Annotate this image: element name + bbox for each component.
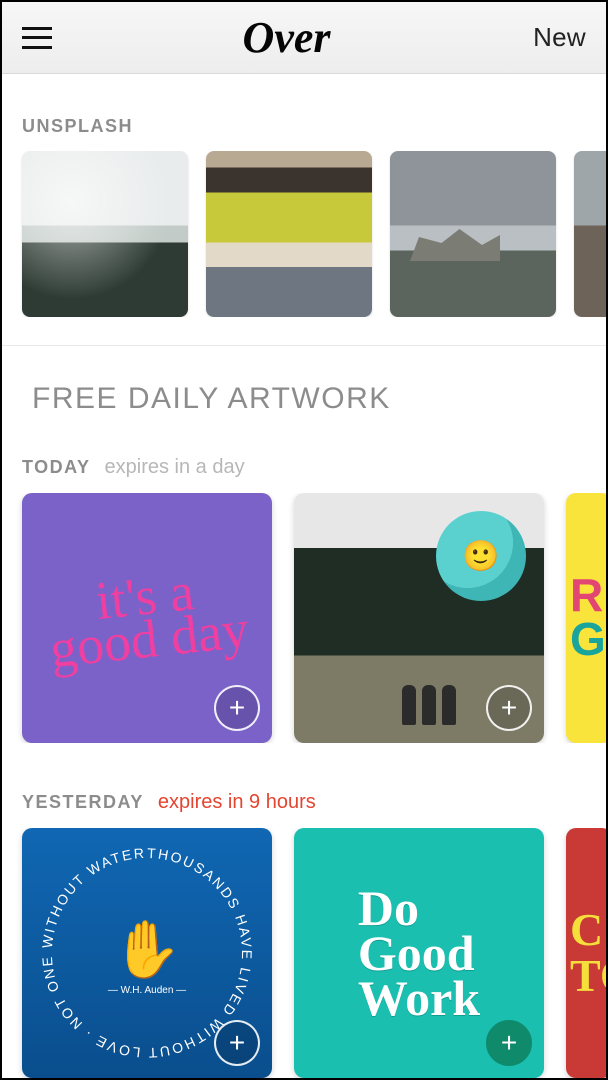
artwork-card-its-a-good-day[interactable]: it's agood day + [22, 493, 272, 743]
unsplash-thumb[interactable] [574, 151, 606, 317]
add-icon[interactable]: + [214, 685, 260, 731]
menu-icon[interactable] [22, 27, 52, 49]
artwork-card-without-water[interactable]: THOUSANDS HAVE LIVED WITHOUT LOVE · NOT … [22, 828, 272, 1078]
unsplash-thumb[interactable] [390, 151, 556, 317]
people-silhouette [402, 685, 456, 725]
app-logo: Over [243, 12, 331, 63]
artwork-card-partial[interactable]: RG [566, 493, 606, 743]
today-cards[interactable]: it's agood day + 🙂 + RG [2, 493, 606, 743]
unsplash-thumb[interactable] [206, 151, 372, 317]
artwork-text: CTO [566, 828, 606, 1078]
row-header-today: TODAY expires in a day [22, 456, 606, 479]
unsplash-strip[interactable] [2, 151, 606, 317]
expiry-label: expires in 9 hours [158, 791, 316, 814]
yesterday-cards[interactable]: THOUSANDS HAVE LIVED WITHOUT LOVE · NOT … [2, 828, 606, 1078]
globe-sticker-icon: 🙂 [436, 511, 526, 601]
add-icon[interactable]: + [214, 1020, 260, 1066]
add-icon[interactable]: + [486, 1020, 532, 1066]
unsplash-thumb[interactable] [22, 151, 188, 317]
top-bar: Over New [2, 2, 606, 74]
artwork-card-partial[interactable]: CTO [566, 828, 606, 1078]
unsplash-label: UNSPLASH [22, 116, 606, 137]
day-label: YESTERDAY [22, 792, 144, 813]
hand-icon: ✋ [112, 917, 182, 983]
section-title-free-daily-artwork: FREE DAILY ARTWORK [32, 382, 606, 416]
artwork-card-do-good-work[interactable]: DoGoodWork + [294, 828, 544, 1078]
expiry-label: expires in a day [105, 456, 245, 479]
row-header-yesterday: YESTERDAY expires in 9 hours [22, 791, 606, 814]
add-icon[interactable]: + [486, 685, 532, 731]
day-label: TODAY [22, 457, 91, 478]
new-button[interactable]: New [533, 22, 586, 53]
svg-text:— W.H. Auden —: — W.H. Auden — [108, 985, 186, 996]
artwork-text: RG [566, 493, 606, 743]
artwork-card-earth-photo[interactable]: 🙂 + [294, 493, 544, 743]
divider [2, 345, 606, 346]
